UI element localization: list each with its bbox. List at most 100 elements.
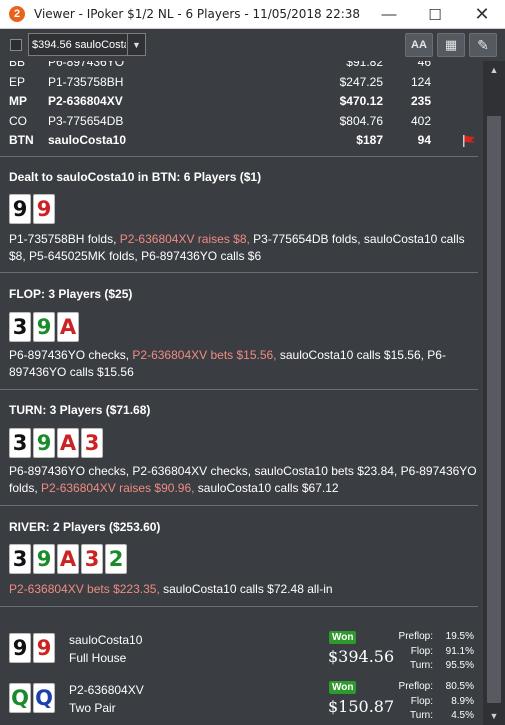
players-table: BB P6-897436YO $91.82 46 EP P1-735758BH … [0, 61, 483, 151]
select-checkbox[interactable] [10, 39, 22, 51]
equity-label: Flop: [410, 646, 433, 657]
action-highlight: P2-636804XV bets $15.56, [132, 348, 280, 362]
player-name[interactable]: P3-775654DB [48, 114, 123, 128]
player-name[interactable]: P6-897436YO [48, 61, 124, 69]
card: 3 [81, 428, 103, 458]
action-text: P1-735758BH folds, [9, 232, 120, 246]
card: 3 [9, 428, 31, 458]
result-hand: Full House [69, 651, 127, 665]
card: 3 [9, 312, 31, 342]
turn-actions: P6-897436YO checks, P2-636804XV checks, … [9, 463, 479, 497]
scroll-up-icon[interactable]: ▲ [487, 63, 501, 77]
equity-label: Turn: [410, 710, 433, 721]
river-title: RIVER: 2 Players ($253.60) [9, 520, 161, 534]
grid-icon[interactable]: ▦ [437, 33, 465, 57]
card: 9 [33, 544, 55, 574]
result-hand: Two Pair [69, 701, 116, 715]
card: Q [33, 683, 55, 713]
player-dropdown-value: $394.56 sauloCosta [32, 38, 126, 51]
turn-title: TURN: 3 Players ($71.68) [9, 403, 151, 417]
equity-value: 80.5% [445, 681, 474, 692]
river-cards: 3 9 A 3 2 [9, 544, 127, 574]
font-size-button[interactable]: AA [405, 33, 433, 57]
equity-value: 4.5% [451, 710, 474, 721]
player-dropdown[interactable]: $394.56 sauloCosta ▼ [28, 33, 146, 56]
card: 9 [9, 633, 31, 663]
player-position: BTN [9, 133, 34, 147]
card: 9 [9, 194, 31, 224]
player-stack-bb: 235 [410, 94, 431, 108]
maximize-button[interactable]: ☐ [412, 0, 458, 29]
card: Q [9, 683, 31, 713]
result-cards: Q Q [9, 683, 55, 713]
player-position: CO [9, 113, 27, 128]
equity-value: 91.1% [445, 646, 474, 657]
player-row: MP P2-636804XV $470.12 235 [0, 92, 483, 112]
player-stack-bb: 46 [417, 61, 431, 69]
player-stack-bb: 94 [417, 133, 431, 147]
action-text: sauloCosta10 calls $67.12 [197, 481, 339, 495]
player-position: MP [9, 94, 27, 108]
chevron-down-icon[interactable]: ▼ [127, 34, 145, 55]
player-name[interactable]: P2-636804XV [48, 94, 123, 108]
divider [0, 389, 478, 390]
player-row: BTN sauloCosta10 $187 94 [0, 131, 483, 151]
equity-label: Preflop: [398, 631, 433, 642]
result-player-name[interactable]: P2-636804XV [69, 683, 144, 697]
player-stack: $247.25 [339, 74, 383, 89]
card: 9 [33, 633, 55, 663]
app-logo-icon: 2 [9, 6, 25, 22]
action-highlight: P2-636804XV raises $90.96, [41, 481, 198, 495]
player-stack-bb: 402 [410, 113, 431, 128]
equity-label: Flop: [410, 696, 433, 707]
title-bar: 2 Viewer - IPoker $1/2 NL - 6 Players - … [0, 0, 505, 29]
card: 2 [105, 544, 127, 574]
card: 3 [81, 544, 103, 574]
close-button[interactable]: ✕ [459, 0, 505, 29]
flop-actions: P6-897436YO checks, P2-636804XV bets $15… [9, 347, 479, 381]
won-badge: Won [329, 631, 357, 644]
player-row: CO P3-775654DB $804.76 402 [0, 112, 483, 132]
divider [0, 272, 478, 273]
divider [0, 606, 478, 607]
player-stack: $91.82 [346, 61, 383, 69]
scroll-down-icon[interactable]: ▼ [487, 709, 501, 723]
player-name[interactable]: P1-735758BH [48, 75, 123, 89]
player-position: BB [9, 61, 26, 69]
action-highlight: P2-636804XV raises $8, [119, 232, 254, 246]
result-row: 9 9 sauloCosta10 Full House Won $394.56 … [0, 629, 483, 675]
scrollbar-thumb[interactable] [487, 116, 501, 703]
hand-history-panel: BB P6-897436YO $91.82 46 EP P1-735758BH … [0, 61, 483, 725]
toolbar: $394.56 sauloCosta ▼ AA ▦ ✎ [0, 29, 505, 61]
hole-cards: 9 9 [9, 194, 55, 224]
player-row: BB P6-897436YO $91.82 46 [0, 61, 483, 73]
equity-value: 19.5% [445, 631, 474, 642]
flop-cards: 3 9 A [9, 312, 79, 342]
won-badge: Won [329, 681, 357, 694]
flop-title: FLOP: 3 Players ($25) [9, 287, 133, 301]
divider [0, 505, 478, 506]
preflop-actions: P1-735758BH folds, P2-636804XV raises $8… [9, 231, 479, 265]
minimize-button[interactable]: — [366, 0, 412, 29]
turn-cards: 3 9 A 3 [9, 428, 103, 458]
card: A [57, 428, 79, 458]
vertical-scrollbar[interactable]: ▲ ▼ [483, 61, 505, 725]
divider [0, 156, 478, 157]
won-amount: $394.56 [328, 647, 395, 666]
action-text: sauloCosta10 calls $72.48 all-in [163, 582, 333, 596]
card: 9 [33, 194, 55, 224]
player-row: EP P1-735758BH $247.25 124 [0, 73, 483, 93]
card: A [57, 544, 79, 574]
flag-icon [463, 135, 475, 147]
result-row: Q Q P2-636804XV Two Pair Won $150.87 Pre… [0, 679, 483, 725]
player-name[interactable]: sauloCosta10 [48, 133, 126, 147]
player-position: EP [9, 74, 26, 89]
window-title: Viewer - IPoker $1/2 NL - 6 Players - 11… [34, 7, 361, 21]
preflop-title: Dealt to sauloCosta10 in BTN: 6 Players … [9, 170, 262, 184]
edit-icon[interactable]: ✎ [469, 33, 497, 57]
card: 9 [33, 312, 55, 342]
player-stack-bb: 124 [410, 74, 431, 89]
action-highlight: P2-636804XV bets $223.35, [9, 582, 164, 596]
result-player-name[interactable]: sauloCosta10 [69, 633, 142, 647]
player-stack: $470.12 [339, 94, 383, 108]
